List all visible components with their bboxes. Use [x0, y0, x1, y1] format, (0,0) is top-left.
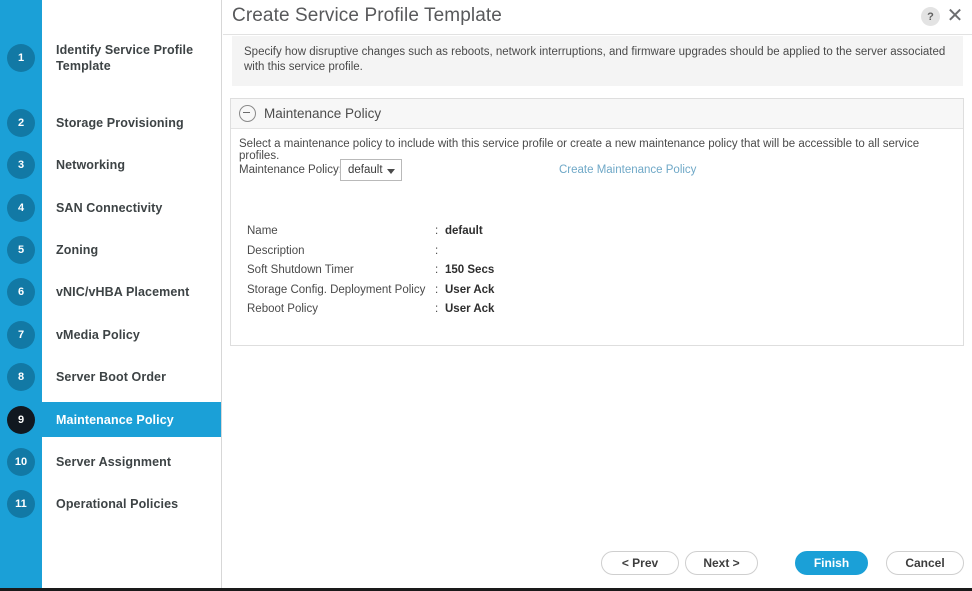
detail-row: Description: — [247, 245, 667, 265]
cancel-button[interactable]: Cancel — [886, 551, 964, 575]
maintenance-policy-select[interactable]: default — [340, 159, 402, 181]
detail-value: User Ack — [445, 303, 495, 315]
dialog-title-bar: Create Service Profile Template ? ✕ — [223, 0, 972, 35]
sidebar-step-label: Operational Policies — [56, 496, 179, 511]
detail-key: Soft Shutdown Timer — [247, 264, 354, 276]
sidebar-step-badge: 8 — [7, 362, 35, 391]
sidebar-step-badge: 2 — [7, 108, 35, 137]
sidebar-step-11[interactable]: 11 Operational Policies — [0, 486, 221, 521]
detail-key: Name — [247, 225, 278, 237]
description-banner: Specify how disruptive changes such as r… — [232, 36, 963, 86]
sidebar-step-label: SAN Connectivity — [56, 200, 163, 215]
detail-colon: : — [435, 264, 439, 276]
sidebar-step-badge: 4 — [7, 193, 35, 222]
sidebar-step-1[interactable]: 1 Identify Service Profile Template — [0, 40, 221, 75]
sidebar-step-label: Storage Provisioning — [56, 115, 184, 130]
sidebar-step-label: Maintenance Policy — [56, 412, 174, 427]
detail-key: Reboot Policy — [247, 303, 318, 315]
maintenance-policy-panel: Maintenance Policy Select a maintenance … — [230, 98, 964, 346]
sidebar-step-badge: 7 — [7, 320, 35, 349]
chevron-down-icon — [387, 169, 395, 174]
detail-row: Name: default — [247, 225, 667, 245]
panel-header: Maintenance Policy — [231, 99, 963, 129]
sidebar-step-badge: 6 — [7, 277, 35, 306]
sidebar-step-2[interactable]: 2 Storage Provisioning — [0, 105, 221, 140]
prev-button[interactable]: < Prev — [601, 551, 679, 575]
sidebar-step-label: Identify Service Profile Template — [56, 42, 194, 73]
sidebar-step-label: Server Assignment — [56, 454, 172, 469]
sidebar-step-8[interactable]: 8 Server Boot Order — [0, 359, 221, 394]
sidebar-step-3[interactable]: 3 Networking — [0, 147, 221, 182]
policy-details-table: Name: default Description: Soft Shutdown Ti… — [247, 225, 667, 323]
sidebar-step-label: vMedia Policy — [56, 327, 140, 342]
sidebar-step-label: Server Boot Order — [56, 369, 167, 384]
sidebar-step-badge: 10 — [7, 447, 35, 476]
detail-key: Description — [247, 244, 305, 257]
detail-colon: : — [435, 283, 439, 296]
sidebar-step-label: Zoning — [56, 242, 99, 257]
help-icon[interactable]: ? — [921, 7, 940, 26]
page-title: Create Service Profile Template — [232, 5, 502, 26]
next-button[interactable]: Next > — [685, 551, 758, 575]
maintenance-policy-label: Maintenance Policy: — [239, 164, 342, 176]
detail-colon: : — [435, 303, 439, 315]
detail-key: Storage Config. Deployment Policy — [247, 283, 426, 296]
description-text: Specify how disruptive changes such as r… — [244, 46, 946, 73]
create-maintenance-policy-link[interactable]: Create Maintenance Policy — [559, 164, 696, 176]
detail-value: User Ack — [445, 283, 495, 296]
create-service-profile-template-dialog: 1 Identify Service Profile Template 2 Stora… — [0, 0, 972, 591]
maintenance-policy-select-value: default — [348, 164, 383, 176]
sidebar-step-badge: 9 — [7, 405, 35, 434]
sidebar-step-6[interactable]: 6 vNIC/vHBA Placement — [0, 274, 221, 309]
maintenance-policy-row: Maintenance Policy: default Create Maint… — [239, 159, 955, 185]
detail-row: Reboot Policy: User Ack — [247, 303, 667, 323]
sidebar-step-5[interactable]: 5 Zoning — [0, 232, 221, 267]
detail-row: Soft Shutdown Timer:150 Secs — [247, 264, 667, 284]
sidebar-step-badge: 5 — [7, 235, 35, 264]
sidebar-step-label: Networking — [56, 157, 126, 172]
sidebar-step-7[interactable]: 7 vMedia Policy — [0, 317, 221, 352]
sidebar-step-10[interactable]: 10 Server Assignment — [0, 444, 221, 479]
wizard-step-sidebar: 1 Identify Service Profile Template 2 Stora… — [0, 0, 222, 588]
detail-colon: : — [435, 244, 439, 257]
sidebar-step-9[interactable]: 9 Maintenance Policy — [0, 402, 221, 437]
detail-colon: : — [435, 225, 439, 237]
detail-value: default — [445, 225, 483, 237]
circle-minus-icon[interactable] — [239, 105, 256, 122]
sidebar-step-badge: 11 — [7, 489, 35, 518]
detail-row: Storage Config. Deployment Policy: User A… — [247, 284, 667, 304]
sidebar-step-badge: 3 — [7, 150, 35, 179]
sidebar-step-4[interactable]: 4 SAN Connectivity — [0, 190, 221, 225]
detail-value: 150 Secs — [445, 264, 495, 276]
dialog-footer: < Prev Next > Finish Cancel — [223, 544, 972, 588]
sidebar-step-label: vNIC/vHBA Placement — [56, 284, 190, 299]
dialog-content: Create Service Profile Template ? ✕ Spec… — [223, 0, 972, 588]
finish-button[interactable]: Finish — [795, 551, 868, 575]
sidebar-step-badge: 1 — [7, 43, 35, 72]
close-icon[interactable]: ✕ — [945, 3, 965, 27]
panel-title: Maintenance Policy — [264, 106, 382, 121]
